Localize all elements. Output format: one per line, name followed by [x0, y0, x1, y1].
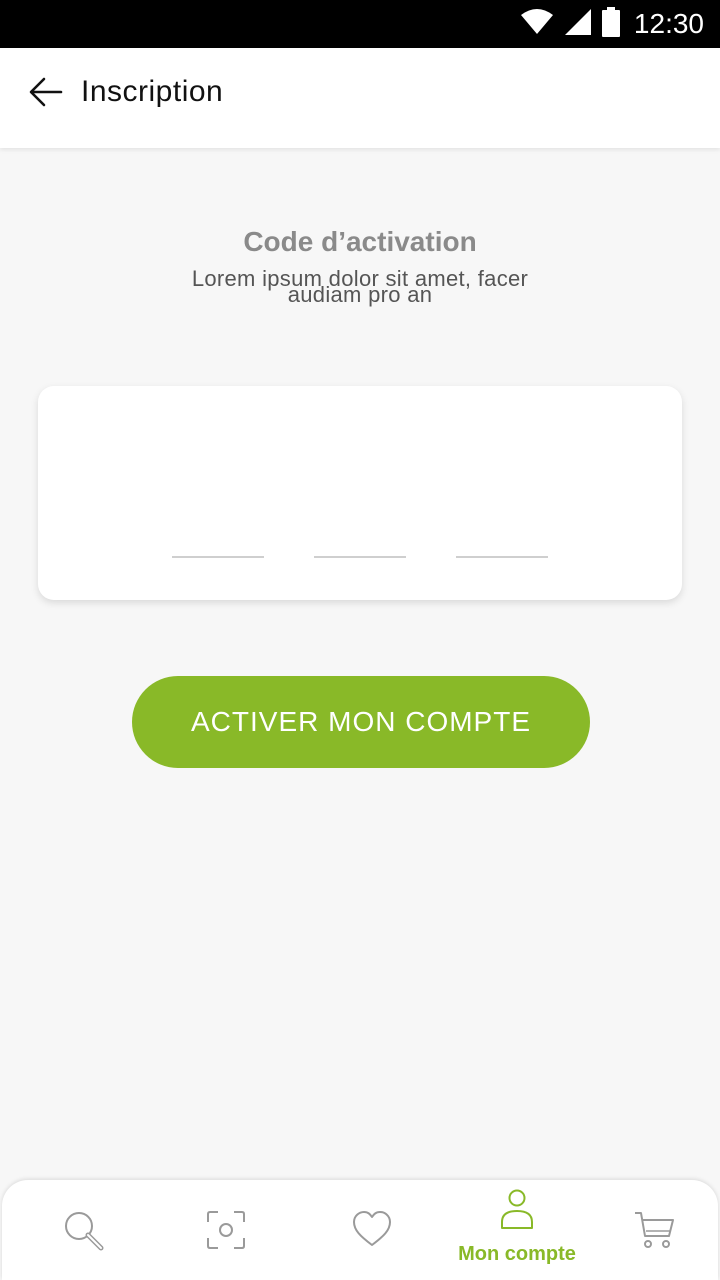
page-title: Inscription [81, 75, 224, 108]
user-icon [500, 1188, 534, 1235]
wifi-icon [520, 8, 554, 40]
search-icon [63, 1210, 105, 1257]
status-time: 12:30 [633, 8, 704, 39]
nav-item-search[interactable] [24, 1180, 144, 1280]
nav-item-scan[interactable] [166, 1180, 286, 1280]
screen: 12:30 Inscription Code d’activation Lore… [0, 0, 720, 1280]
code-field-3[interactable] [456, 536, 548, 558]
code-field-1[interactable] [172, 536, 264, 558]
nav-item-account[interactable]: Mon compte [457, 1180, 577, 1280]
scan-icon [206, 1210, 246, 1255]
activation-title: Code d’activation [243, 226, 477, 257]
back-button[interactable] [26, 74, 66, 114]
activation-description: Lorem ipsum dolor sit amet, facer audiam… [150, 268, 570, 306]
status-icons: 12:30 [520, 6, 704, 42]
activate-account-button[interactable]: ACTIVER MON COMPTE [132, 676, 590, 768]
code-field-2[interactable] [314, 536, 406, 558]
nav-label-account: Mon compte [458, 1243, 576, 1265]
nav-item-cart[interactable] [594, 1180, 714, 1280]
cell-signal-icon [564, 8, 592, 41]
bottom-nav: Mon compte [2, 1180, 718, 1280]
nav-item-favorites[interactable] [312, 1180, 432, 1280]
cart-icon [633, 1210, 675, 1255]
app-bar: Inscription [0, 48, 720, 148]
arrow-left-icon [29, 77, 63, 112]
activation-code-card [38, 386, 682, 600]
battery-icon [601, 6, 620, 42]
heart-icon [352, 1210, 392, 1253]
status-bar: 12:30 [0, 0, 720, 48]
